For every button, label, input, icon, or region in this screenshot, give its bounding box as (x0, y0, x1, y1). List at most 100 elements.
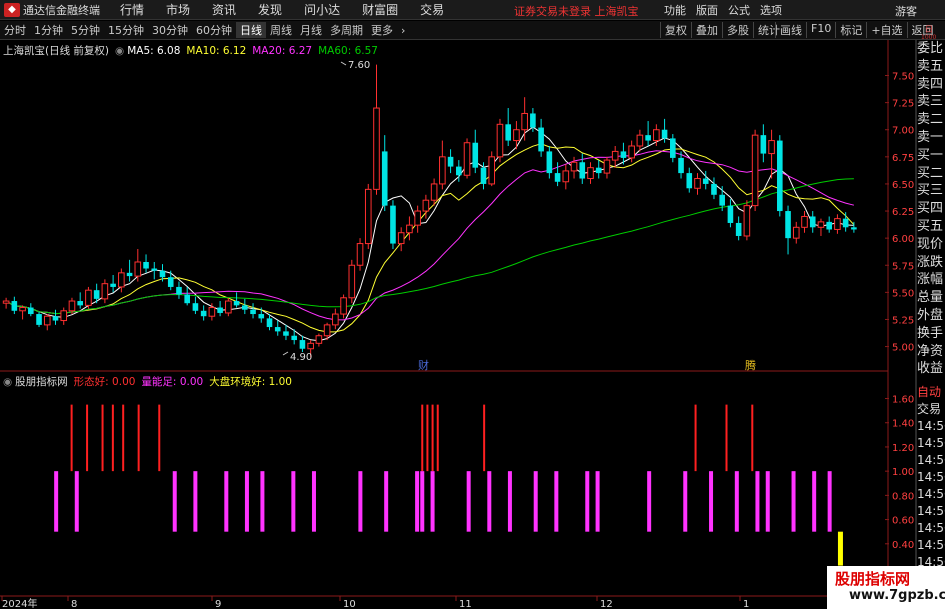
side-item-14[interactable]: 总量 (917, 289, 945, 307)
ma20-line (5, 150, 855, 321)
candle-body-down (645, 135, 651, 141)
watermark-url: www.7gpzb.com (849, 588, 945, 603)
y-tick-label: 7.00 (892, 126, 914, 137)
candle-body-up (19, 307, 26, 312)
candle-body-up (751, 134, 759, 207)
candle-body-up (134, 261, 142, 277)
candle-body-down (579, 162, 586, 179)
candle-body-down (456, 166, 462, 176)
candle-body-up (743, 205, 751, 237)
price-axis: 7.50 7.25 7.00 6.75 6.50 6.25 6.00 5.75 5.50 5.25… (885, 72, 914, 551)
candle-body-down (151, 268, 158, 271)
side-item-15[interactable]: 外盘 (917, 307, 945, 325)
ma60-line (5, 178, 854, 315)
side-item-5[interactable]: 卖一 (917, 129, 945, 147)
candle-body-up (118, 272, 125, 288)
y-tick-label: 5.00 (892, 343, 914, 354)
candle-body-up (85, 289, 92, 306)
candle-body-down (11, 301, 18, 311)
candle-body-up (208, 307, 216, 317)
magenta-signal-bar (507, 471, 512, 532)
y-tick-label: 5.25 (892, 315, 914, 326)
candle-body-down (299, 340, 306, 349)
candle-body-down (678, 157, 684, 174)
magenta-signal-bar (260, 471, 265, 532)
ma5-line (5, 126, 854, 342)
tick-item-6: 14:56 (917, 487, 945, 501)
x-tick-label: 8 (71, 599, 77, 609)
candle-body-down (126, 272, 133, 277)
y-tick-label: 6.25 (892, 207, 914, 218)
side-item-18[interactable]: 收益 (917, 360, 945, 378)
candle-body-down (28, 307, 34, 315)
indicator-bars (54, 404, 843, 566)
side-item-16[interactable]: 换手 (917, 325, 945, 343)
high-price-label: 7.60 (348, 60, 370, 71)
candle-body-up (2, 300, 10, 304)
side-item-6[interactable]: 买一 (917, 147, 945, 165)
candle-body-up (562, 170, 570, 183)
tick-item-0: 自动 (917, 385, 942, 399)
finance-marker[interactable]: 财 (418, 358, 429, 372)
magenta-signal-bar (172, 471, 177, 532)
candle-body-up (521, 112, 528, 131)
side-item-12[interactable]: 涨跌 (917, 254, 945, 272)
candle-body-up (653, 129, 660, 142)
candle-body-up (315, 335, 323, 344)
teng-marker[interactable]: 腾 (745, 358, 756, 372)
candle-body-up (603, 159, 611, 174)
candle-body-down (258, 314, 265, 319)
candle-body-up (323, 324, 331, 337)
candle-body-down (283, 331, 289, 336)
candle-body-down (505, 124, 511, 141)
side-item-7[interactable]: 买二 (917, 165, 945, 183)
candle-body-down (274, 327, 281, 332)
low-price-label: 4.90 (290, 352, 312, 363)
magenta-signal-bar (291, 471, 296, 532)
y-tick-label: 7.25 (892, 99, 914, 110)
candle-body-up (439, 156, 446, 185)
candle-body-down (851, 227, 857, 230)
side-item-13[interactable]: 涨幅 (917, 271, 945, 289)
candle-body-down (727, 205, 734, 223)
candle-body-down (167, 277, 174, 287)
side-item-3[interactable]: 卖三 (917, 93, 945, 111)
site-watermark: 股朋指标网 www.7gpzb.com (827, 566, 945, 609)
tick-side-panel: 自动交易 14:56 14:56 14:56 14:56 14:56 14:56 14:56 1… (917, 384, 945, 571)
tick-item-8: 14:56 (917, 521, 945, 535)
candle-body-up (570, 161, 578, 172)
side-item-17[interactable]: 净资 (917, 343, 945, 361)
candle-body-down (538, 127, 544, 152)
magenta-signal-bar (311, 471, 316, 532)
sub-y-tick-label: 1.20 (892, 443, 914, 454)
side-item-10[interactable]: 买五 (917, 218, 945, 236)
y-tick-label: 6.75 (892, 153, 914, 164)
candle-body-down (143, 262, 149, 269)
sub-y-tick-label: 1.00 (892, 467, 914, 478)
candle-body-up (60, 310, 68, 322)
quote-side-panel: 委比 卖五 卖四 卖三 卖二 卖一 买一 买二 买三 买四 买五 现价 涨跌 涨幅 总量 外盘 换手 净资 收益 (917, 40, 945, 380)
side-item-4[interactable]: 卖二 (917, 111, 945, 129)
candle-body-up (792, 226, 800, 239)
candle-body-down (447, 156, 454, 167)
magenta-signal-bar (734, 471, 739, 532)
kline-chart[interactable]: 7.50 7.25 7.00 6.75 6.50 6.25 6.00 5.75 5.50 5.25… (0, 0, 945, 609)
candle-body-down (250, 309, 256, 315)
y-tick-label: 5.75 (892, 261, 914, 272)
side-item-0[interactable]: 委比 (917, 40, 945, 58)
side-item-11[interactable]: 现价 (917, 236, 945, 254)
side-item-8[interactable]: 买三 (917, 182, 945, 200)
candle-body-down (735, 222, 742, 236)
candle-body-down (159, 270, 166, 278)
side-item-2[interactable]: 卖四 (917, 76, 945, 94)
side-item-9[interactable]: 买四 (917, 200, 945, 218)
candle-body-up (307, 342, 314, 350)
chart-grid (0, 40, 917, 609)
candle-body-down (242, 305, 248, 310)
sub-y-tick-label: 1.40 (892, 419, 914, 430)
magenta-signal-bar (244, 471, 249, 532)
tick-item-4: 14:56 (917, 453, 945, 467)
side-item-1[interactable]: 卖五 (917, 58, 945, 76)
candle-body-up (43, 315, 51, 326)
magenta-signal-bar (415, 471, 420, 532)
